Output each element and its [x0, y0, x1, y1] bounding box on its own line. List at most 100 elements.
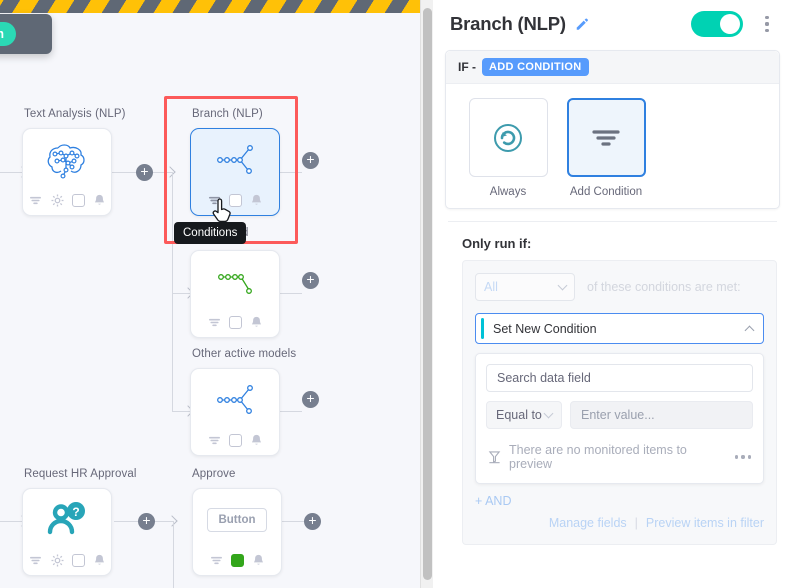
gear-icon[interactable]	[50, 193, 65, 208]
node-checkbox[interactable]	[71, 554, 85, 567]
node-other-active-models[interactable]	[190, 368, 280, 456]
add-condition-badge[interactable]: ADD CONDITION	[482, 58, 589, 76]
manage-fields-link[interactable]: Manage fields	[549, 516, 627, 530]
set-new-condition-select[interactable]: Set New Condition	[475, 313, 764, 344]
chevron-up-icon[interactable]	[744, 325, 755, 335]
preview-message: There are no monitored items to preview	[509, 443, 687, 471]
gear-icon[interactable]	[50, 553, 65, 568]
node-branch-green[interactable]	[190, 250, 280, 338]
search-data-field-input[interactable]	[486, 364, 753, 392]
condition-footer-links: Manage fields | Preview items in filter	[475, 516, 764, 530]
node-checkbox[interactable]	[228, 316, 242, 329]
button-widget-label: Button	[207, 508, 267, 532]
connector	[173, 521, 175, 588]
preview-status-row: There are no monitored items to preview	[486, 443, 753, 473]
branch-icon	[191, 135, 279, 185]
add-step-button[interactable]: +	[302, 391, 319, 408]
bell-icon[interactable]	[249, 433, 264, 448]
node-label-approve: Approve	[192, 468, 236, 480]
tile-always-label: Always	[489, 186, 527, 198]
panel-header: Branch (NLP)	[434, 0, 791, 48]
filter-icon[interactable]	[207, 315, 222, 330]
add-step-button[interactable]: +	[138, 513, 155, 530]
match-suffix-label: of these conditions are met:	[587, 280, 741, 294]
node-branch-nlp[interactable]	[190, 128, 280, 216]
node-toolbar[interactable]	[191, 433, 279, 448]
connector-arrow	[166, 515, 178, 527]
filter-icon[interactable]	[209, 553, 224, 568]
screen-root: Publish Text Analysis (NLP)	[0, 0, 791, 588]
node-label-other-active-models: Other active models	[192, 348, 297, 360]
node-approve[interactable]: Button	[192, 488, 282, 576]
condition-value-input[interactable]	[570, 401, 753, 429]
chevron-down-icon	[557, 280, 568, 290]
footer-separator: |	[634, 516, 638, 530]
filter-icon[interactable]	[28, 553, 43, 568]
preview-items-in-filter-link[interactable]: Preview items in filter	[646, 516, 764, 530]
bell-icon[interactable]	[249, 315, 264, 330]
add-and-condition-link[interactable]: + AND	[475, 494, 511, 508]
connector	[282, 521, 304, 523]
add-step-button[interactable]: +	[136, 164, 153, 181]
condition-editor-dropdown: Equal to There are no monitored items to…	[475, 353, 764, 484]
add-step-button[interactable]: +	[302, 272, 319, 289]
publish-dropdown-panel[interactable]: Publish	[0, 14, 52, 54]
if-label: IF -	[458, 60, 476, 74]
node-label-text-analysis: Text Analysis (NLP)	[24, 108, 126, 120]
brain-icon	[23, 135, 111, 185]
filter-icon[interactable]	[28, 193, 43, 208]
toggle-knob	[720, 14, 740, 34]
workflow-canvas[interactable]: Publish Text Analysis (NLP)	[0, 0, 420, 588]
node-status-color[interactable]	[230, 554, 244, 567]
node-label-branch: Branch (NLP)	[192, 108, 263, 120]
enable-toggle[interactable]	[691, 11, 743, 37]
bell-icon[interactable]	[249, 193, 264, 208]
bell-icon[interactable]	[92, 553, 107, 568]
ellipsis-icon[interactable]	[734, 455, 751, 459]
canvas-scrollbar[interactable]	[420, 0, 433, 588]
connector	[280, 411, 302, 413]
node-request-hr-approval[interactable]: ?	[22, 488, 112, 576]
chevron-down-icon	[543, 408, 554, 418]
mouse-cursor-hand	[212, 198, 231, 223]
add-step-button[interactable]: +	[302, 152, 319, 169]
tile-add-condition-wrap: Add Condition	[566, 98, 646, 198]
node-toolbar[interactable]	[23, 553, 111, 568]
node-toolbar[interactable]	[191, 315, 279, 330]
match-type-value: All	[484, 280, 498, 294]
node-text-analysis[interactable]	[22, 128, 112, 216]
kebab-menu-icon[interactable]	[757, 11, 777, 37]
operator-value-row: Equal to	[486, 401, 753, 429]
person-question-icon: ?	[23, 495, 111, 545]
svg-text:?: ?	[72, 505, 79, 519]
pencil-icon[interactable]	[575, 17, 589, 31]
tile-add-condition[interactable]	[566, 98, 646, 177]
node-toolbar[interactable]	[193, 553, 281, 568]
branch-icon	[191, 375, 279, 425]
only-run-if-label: Only run if:	[462, 236, 532, 251]
node-toolbar[interactable]	[23, 193, 111, 208]
tile-always[interactable]	[468, 98, 548, 177]
node-toolbar[interactable]	[191, 193, 279, 208]
canvas-scrollbar-thumb[interactable]	[423, 8, 432, 580]
publish-button[interactable]: Publish	[0, 22, 16, 46]
page-title: Branch (NLP)	[450, 13, 566, 34]
set-new-condition-label: Set New Condition	[493, 321, 597, 336]
node-checkbox[interactable]	[71, 194, 85, 207]
conditions-tooltip: Conditions	[174, 222, 247, 244]
match-type-select[interactable]: All	[475, 273, 575, 301]
bell-icon[interactable]	[251, 553, 266, 568]
connector	[172, 293, 174, 412]
tile-add-condition-label: Add Condition	[569, 186, 643, 198]
hazard-stripe-bar	[0, 0, 420, 13]
match-row: All of these conditions are met:	[475, 273, 764, 301]
connector	[280, 293, 302, 295]
bell-icon[interactable]	[92, 193, 107, 208]
node-label-request-hr-approval: Request HR Approval	[24, 468, 137, 480]
filter-icon	[592, 129, 620, 146]
add-step-button[interactable]: +	[304, 513, 321, 530]
branch-green-icon	[191, 257, 279, 307]
filter-icon[interactable]	[207, 433, 222, 448]
node-checkbox[interactable]	[228, 434, 242, 447]
operator-select[interactable]: Equal to	[486, 401, 562, 429]
